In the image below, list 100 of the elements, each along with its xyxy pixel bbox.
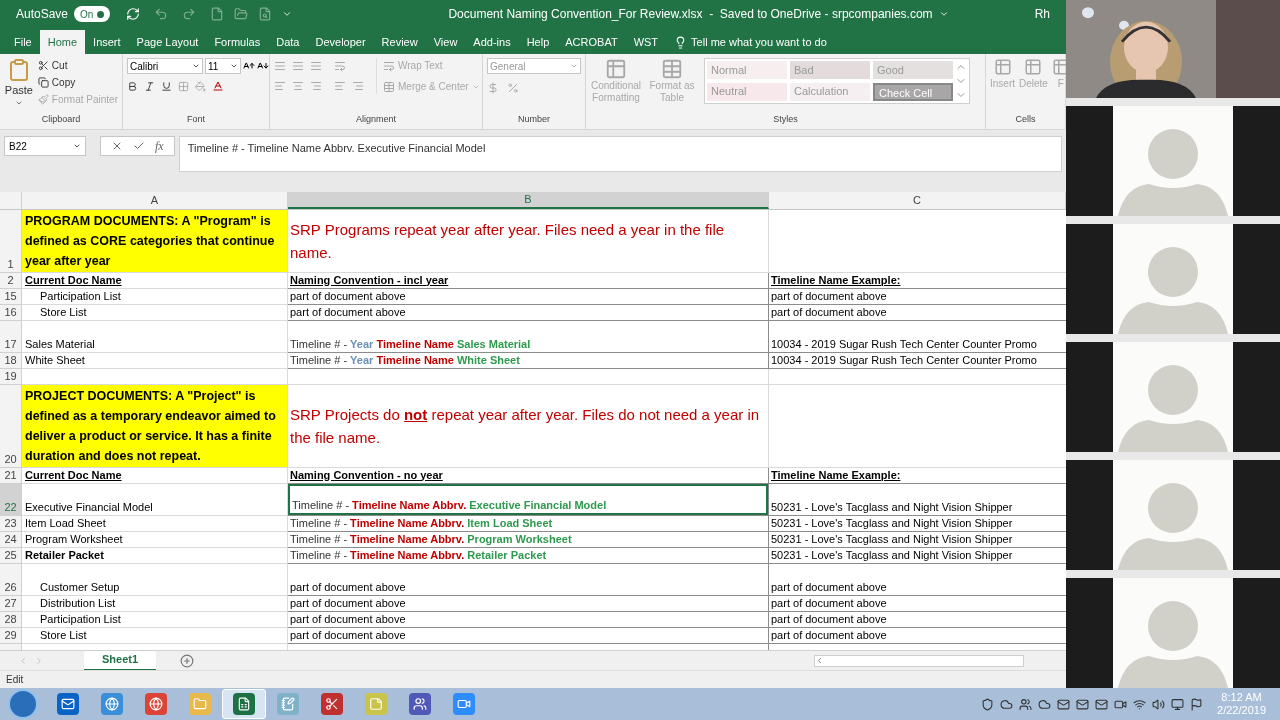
currency-icon[interactable]: [487, 82, 499, 94]
table-cell-text: Timeline # - Year Timeline Name White Sheet: [289, 352, 521, 368]
vertical-align-icon[interactable]: [292, 60, 304, 72]
borders-icon[interactable]: [178, 80, 189, 92]
table-cell-text: Sales Material: [24, 336, 96, 352]
align-center-icon[interactable]: [292, 80, 304, 92]
formula-input[interactable]: Timeline # - Timeline Name Abbrv. Executive Financial Model: [178, 136, 1062, 172]
paste-button[interactable]: Paste: [4, 58, 34, 107]
percent-icon[interactable]: [507, 82, 519, 94]
table-cell-text: Customer Setup: [39, 579, 121, 595]
row-header[interactable]: 15: [0, 289, 22, 305]
column-header[interactable]: B: [288, 192, 769, 209]
sheet-tab[interactable]: Sheet1: [84, 650, 157, 671]
row-header[interactable]: 29: [0, 628, 22, 644]
customize-icon[interactable]: [282, 9, 293, 19]
horizontal-scrollbar[interactable]: [814, 654, 1025, 667]
table-cell-text: Timeline # - Timeline Name Abbrv. Program Worksheet: [289, 531, 573, 547]
row-header[interactable]: 24: [0, 532, 22, 548]
row-header[interactable]: 25: [0, 548, 22, 564]
font-color-icon[interactable]: [212, 80, 224, 92]
insert-function-button[interactable]: fx: [155, 137, 164, 155]
menu-tab[interactable]: View: [425, 30, 466, 54]
row-header[interactable]: 27: [0, 596, 22, 612]
menu-tab[interactable]: Developer: [307, 30, 374, 54]
tray-icon[interactable]: [1038, 697, 1052, 711]
autosave-toggle[interactable]: On: [74, 6, 111, 22]
table-cell-text: Timeline # - Timeline Name Abbrv. Retailer Packet: [289, 547, 548, 563]
font-name-field[interactable]: Calibri: [127, 58, 203, 74]
table-cell-text: part of document above: [770, 627, 888, 643]
notepad-icon: [277, 693, 299, 715]
video-camera-icon: [453, 693, 475, 715]
row-header[interactable]: 23: [0, 516, 22, 532]
tray-icon[interactable]: [1057, 697, 1071, 711]
tray-icon[interactable]: [1190, 697, 1204, 711]
cancel-icon[interactable]: [111, 140, 123, 152]
shrink-font-icon[interactable]: [257, 60, 269, 72]
indent-icon[interactable]: [334, 80, 346, 92]
number-format-field[interactable]: General: [487, 58, 581, 74]
vertical-align-icon[interactable]: [310, 60, 322, 72]
caret-icon: [570, 62, 578, 70]
menu-tab[interactable]: Add-ins: [465, 30, 519, 54]
vertical-align-icon[interactable]: [274, 60, 286, 72]
menu-tab[interactable]: Help: [518, 30, 558, 54]
row-header[interactable]: 22: [0, 484, 22, 516]
menu-tab[interactable]: Data: [268, 30, 308, 54]
save-icon[interactable]: [126, 7, 141, 21]
ribbon-button[interactable]: Cut: [37, 58, 118, 73]
italic-icon[interactable]: [144, 80, 155, 92]
tray-icon[interactable]: [1076, 697, 1090, 711]
menu-tab[interactable]: Insert: [85, 30, 129, 54]
name-box[interactable]: B22: [4, 136, 86, 156]
menu-tab[interactable]: File: [6, 30, 40, 54]
row-header[interactable]: 26: [0, 564, 22, 596]
tray-icon[interactable]: [1171, 697, 1185, 711]
row-header[interactable]: 1: [0, 210, 22, 273]
enter-icon[interactable]: [133, 140, 145, 152]
row-header[interactable]: 16: [0, 305, 22, 321]
taskbar-app[interactable]: [222, 689, 266, 719]
menu-tab[interactable]: Page Layout: [128, 30, 207, 54]
underline-icon[interactable]: [161, 80, 172, 92]
print-preview-icon[interactable]: [258, 7, 273, 21]
tray-icon[interactable]: [1152, 697, 1166, 711]
font-size-field[interactable]: 11: [205, 58, 241, 74]
table-cell-text: part of document above: [770, 595, 888, 611]
undo-icon[interactable]: [154, 7, 169, 21]
tray-icon[interactable]: [1000, 697, 1014, 711]
tray-icon[interactable]: [1133, 697, 1147, 711]
new-file-icon[interactable]: [210, 7, 225, 21]
menu-tab[interactable]: Review: [373, 30, 426, 54]
row-header[interactable]: 28: [0, 612, 22, 628]
tray-icon[interactable]: [981, 697, 995, 711]
open-icon[interactable]: [234, 7, 249, 21]
row-header[interactable]: 17: [0, 321, 22, 353]
align-left-icon[interactable]: [274, 80, 286, 92]
table-cell-text: 50231 - Love's Tacglass and Night Vision Shipper: [770, 499, 1014, 515]
row-header[interactable]: 18: [0, 353, 22, 369]
menu-tab[interactable]: Home: [39, 30, 86, 54]
tray-icon[interactable]: [1019, 697, 1033, 711]
redo-icon[interactable]: [182, 7, 197, 21]
bold-icon[interactable]: [127, 80, 138, 92]
fill-color-icon[interactable]: [195, 80, 206, 92]
row-header[interactable]: 2: [0, 273, 22, 289]
table-cell-text: SRP Programs repeat year after year. Files need a year in the file name.: [289, 220, 726, 263]
menu-tab[interactable]: Formulas: [206, 30, 269, 54]
tell-me-search[interactable]: Tell me what you want to do: [691, 33, 827, 51]
ribbon-button[interactable]: Copy: [37, 75, 118, 90]
row-header[interactable]: 21: [0, 468, 22, 484]
tray-icon[interactable]: [1095, 697, 1109, 711]
orientation-icon[interactable]: [334, 60, 346, 72]
table-cell-text: part of document above: [770, 304, 888, 320]
start-button[interactable]: [8, 689, 38, 719]
row-header[interactable]: 19: [0, 369, 22, 385]
align-right-icon[interactable]: [310, 80, 322, 92]
row-header[interactable]: 20: [0, 385, 22, 468]
indent-icon[interactable]: [352, 80, 364, 92]
menu-tab[interactable]: WST: [625, 30, 667, 54]
grow-font-icon[interactable]: [243, 60, 255, 72]
caret-icon[interactable]: [938, 9, 949, 19]
menu-tab[interactable]: ACROBAT: [557, 30, 626, 54]
add-sheet-icon[interactable]: [180, 653, 195, 668]
